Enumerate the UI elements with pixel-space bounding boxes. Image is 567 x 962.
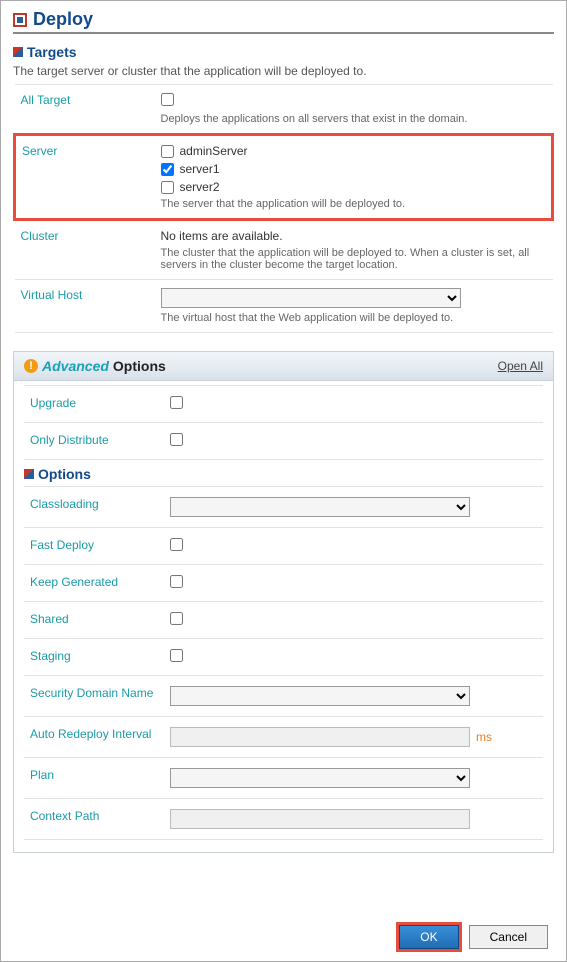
- server-option-row: server2: [161, 180, 546, 194]
- server-option-checkbox-2[interactable]: [161, 181, 174, 194]
- upgrade-label: Upgrade: [24, 386, 164, 423]
- section-icon: [13, 47, 23, 57]
- server-option-row: adminServer: [161, 144, 546, 158]
- upgrade-checkbox[interactable]: [170, 396, 183, 409]
- advanced-opts-word: Options: [113, 358, 166, 374]
- auto-redeploy-label: Auto Redeploy Interval: [24, 717, 164, 758]
- dialog-title: Deploy: [33, 9, 93, 30]
- server-option-label: adminServer: [180, 144, 248, 158]
- cluster-help: The cluster that the application will be…: [161, 247, 547, 271]
- vhost-row: Virtual Host The virtual host that the W…: [15, 280, 553, 333]
- security-domain-select[interactable]: [170, 686, 470, 706]
- advanced-word: Advanced: [42, 358, 109, 374]
- targets-table: All Target Deploys the applications on a…: [13, 84, 554, 333]
- deploy-dialog: Deploy Targets The target server or clus…: [0, 0, 567, 962]
- context-path-label: Context Path: [24, 799, 164, 840]
- options-heading-label: Options: [38, 466, 91, 482]
- server-label: Server: [15, 135, 155, 220]
- classloading-label: Classloading: [24, 487, 164, 528]
- shared-checkbox[interactable]: [170, 612, 183, 625]
- cluster-row: Cluster No items are available. The clus…: [15, 220, 553, 280]
- open-all-link[interactable]: Open All: [498, 359, 543, 373]
- warning-icon: !: [24, 359, 38, 373]
- keep-generated-checkbox[interactable]: [170, 575, 183, 588]
- staging-label: Staging: [24, 639, 164, 676]
- context-path-input[interactable]: [170, 809, 470, 829]
- classloading-select[interactable]: [170, 497, 470, 517]
- section-icon: [24, 469, 34, 479]
- advanced-header-left: ! Advanced Options: [24, 358, 166, 374]
- shared-label: Shared: [24, 602, 164, 639]
- vhost-select[interactable]: [161, 288, 461, 308]
- deploy-icon: [13, 13, 27, 27]
- cancel-button[interactable]: Cancel: [469, 925, 548, 949]
- server-option-checkbox-0[interactable]: [161, 145, 174, 158]
- server-row: Server adminServer server1 server2 The s…: [15, 135, 553, 220]
- staging-checkbox[interactable]: [170, 649, 183, 662]
- keep-generated-label: Keep Generated: [24, 565, 164, 602]
- all-target-help: Deploys the applications on all servers …: [161, 113, 547, 125]
- server-help: The server that the application will be …: [161, 198, 546, 210]
- advanced-panel: ! Advanced Options Open All Upgrade Only…: [13, 351, 554, 853]
- dialog-header: Deploy: [13, 9, 554, 34]
- all-target-row: All Target Deploys the applications on a…: [15, 85, 553, 135]
- targets-heading: Targets: [13, 44, 554, 60]
- vhost-help: The virtual host that the Web applicatio…: [161, 312, 547, 324]
- targets-description: The target server or cluster that the ap…: [13, 64, 554, 78]
- only-distribute-label: Only Distribute: [24, 423, 164, 460]
- fast-deploy-label: Fast Deploy: [24, 528, 164, 565]
- targets-heading-label: Targets: [27, 44, 77, 60]
- server-option-row: server1: [161, 162, 546, 176]
- plan-label: Plan: [24, 758, 164, 799]
- advanced-top-table: Upgrade Only Distribute: [24, 385, 543, 460]
- vhost-label: Virtual Host: [15, 280, 155, 333]
- cluster-label: Cluster: [15, 220, 155, 280]
- ok-button[interactable]: OK: [399, 925, 458, 949]
- all-target-label: All Target: [15, 85, 155, 135]
- options-heading: Options: [24, 466, 543, 482]
- only-distribute-checkbox[interactable]: [170, 433, 183, 446]
- all-target-checkbox[interactable]: [161, 93, 174, 106]
- server-option-checkbox-1[interactable]: [161, 163, 174, 176]
- plan-select[interactable]: [170, 768, 470, 788]
- fast-deploy-checkbox[interactable]: [170, 538, 183, 551]
- options-table: Classloading Fast Deploy Keep Generated …: [24, 486, 543, 840]
- auto-redeploy-unit: ms: [476, 730, 492, 744]
- server-option-label: server2: [180, 180, 220, 194]
- button-bar: OK Cancel: [399, 925, 548, 949]
- security-domain-label: Security Domain Name: [24, 676, 164, 717]
- auto-redeploy-input[interactable]: [170, 727, 470, 747]
- cluster-empty: No items are available.: [161, 229, 547, 243]
- advanced-body: Upgrade Only Distribute Options Classloa…: [14, 381, 553, 852]
- server-option-label: server1: [180, 162, 220, 176]
- advanced-header: ! Advanced Options Open All: [14, 352, 553, 381]
